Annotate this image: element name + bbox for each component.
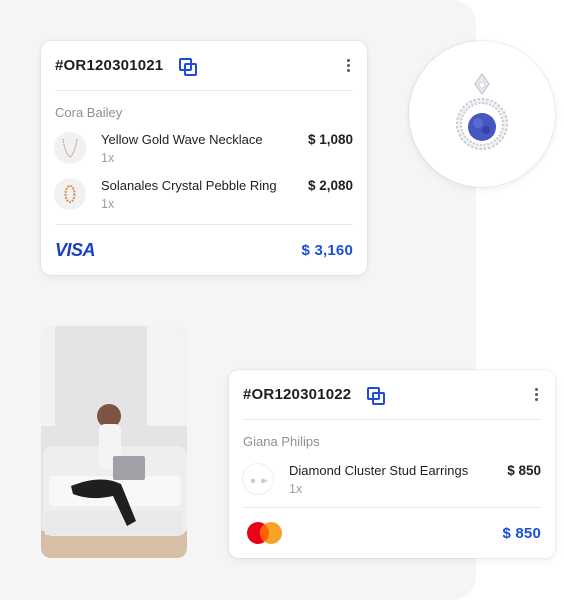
item-name: Solanales Crystal Pebble Ring — [101, 178, 277, 193]
order-id: #OR120301021 — [55, 57, 164, 74]
visa-logo-icon: VISA — [55, 239, 96, 260]
necklace-thumbnail — [54, 132, 86, 164]
customer-name: Giana Philips — [243, 434, 320, 449]
order-id: #OR120301022 — [243, 386, 352, 403]
item-quantity: 1x — [101, 197, 115, 211]
item-price: $ 850 — [507, 463, 541, 478]
item-name: Diamond Cluster Stud Earrings — [289, 463, 469, 478]
order-card: #OR120301022 Giana Philips Diamond Clust… — [229, 370, 555, 558]
order-card: #OR120301021 Cora Bailey Yellow Gold Wav… — [41, 41, 367, 275]
sapphire-pendant-icon — [456, 73, 508, 150]
copy-icon[interactable] — [179, 57, 198, 76]
order-card-header: #OR120301021 — [55, 41, 353, 91]
customer-name: Cora Bailey — [55, 105, 123, 120]
item-name: Yellow Gold Wave Necklace — [101, 132, 263, 147]
order-total: $ 850 — [502, 524, 541, 542]
item-quantity: 1x — [289, 482, 303, 496]
lifestyle-photo — [41, 326, 187, 558]
copy-icon[interactable] — [367, 386, 386, 405]
order-card-footer: $ 850 — [243, 507, 541, 558]
order-item: Diamond Cluster Stud Earrings 1x $ 850 — [242, 463, 541, 497]
item-price: $ 2,080 — [307, 178, 353, 193]
item-price: $ 1,080 — [307, 132, 353, 147]
more-options-icon[interactable] — [343, 58, 353, 74]
pendant-image — [409, 41, 555, 187]
earrings-thumbnail — [242, 463, 274, 495]
order-card-header: #OR120301022 — [243, 370, 541, 420]
item-quantity: 1x — [101, 151, 115, 165]
ring-thumbnail — [54, 178, 86, 210]
order-total: $ 3,160 — [301, 241, 353, 259]
mastercard-logo-icon — [247, 522, 283, 544]
more-options-icon[interactable] — [531, 387, 541, 403]
order-card-footer: VISA $ 3,160 — [55, 224, 353, 275]
order-item: Yellow Gold Wave Necklace 1x $ 1,080 — [54, 132, 353, 166]
order-item: Solanales Crystal Pebble Ring 1x $ 2,080 — [54, 178, 353, 212]
